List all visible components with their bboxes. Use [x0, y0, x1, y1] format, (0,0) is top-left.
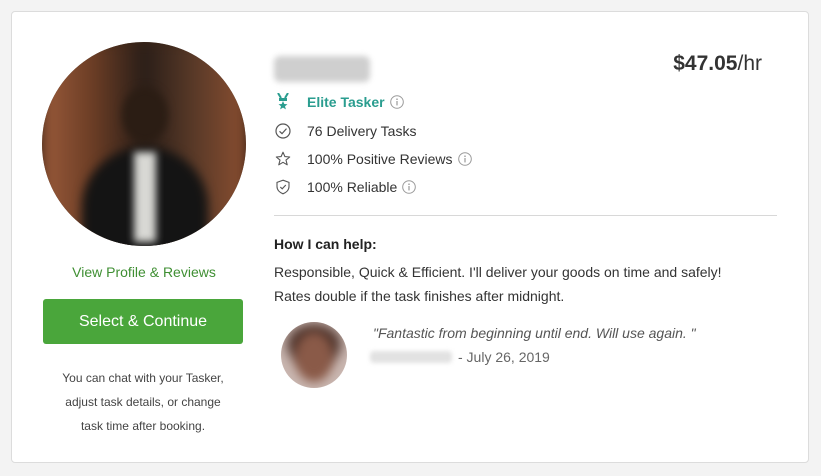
reviewer-avatar [281, 322, 347, 388]
chat-note: You can chat with your Tasker, adjust ta… [62, 371, 224, 433]
shield-check-icon [274, 178, 292, 196]
reviewer-name-redacted [370, 351, 452, 363]
info-icon[interactable] [402, 180, 417, 194]
stat-reliable: 100% Reliable [274, 178, 417, 196]
stat-elite: Elite Tasker [274, 93, 404, 111]
tasker-avatar[interactable] [42, 42, 246, 246]
help-title: How I can help: [274, 236, 377, 252]
stat-tasks: 76 Delivery Tasks [274, 122, 416, 140]
award-ribbon-icon [274, 93, 292, 111]
review-quote: "Fantastic from beginning until end. Wil… [373, 325, 696, 341]
select-continue-button[interactable]: Select & Continue [43, 299, 243, 344]
star-outline-icon [274, 150, 292, 168]
reliable-percent: 100% Reliable [307, 179, 398, 195]
check-circle-icon [274, 122, 292, 140]
review-attribution: - July 26, 2019 [370, 349, 550, 365]
divider [274, 215, 777, 216]
tasks-count: 76 Delivery Tasks [307, 123, 417, 139]
tasker-name-redacted [274, 56, 370, 82]
help-description: Responsible, Quick & Efficient. I'll del… [274, 264, 722, 304]
view-profile-link[interactable]: View Profile & Reviews [42, 264, 246, 280]
info-icon[interactable] [457, 152, 472, 166]
tasker-card: View Profile & Reviews Select & Continue… [11, 11, 809, 463]
info-icon[interactable] [389, 95, 404, 109]
stat-reviews: 100% Positive Reviews [274, 150, 472, 168]
review-date: - July 26, 2019 [458, 349, 550, 365]
hourly-rate: $47.05/hr [673, 52, 762, 75]
elite-label: Elite Tasker [307, 94, 385, 110]
reviews-percent: 100% Positive Reviews [307, 151, 453, 167]
